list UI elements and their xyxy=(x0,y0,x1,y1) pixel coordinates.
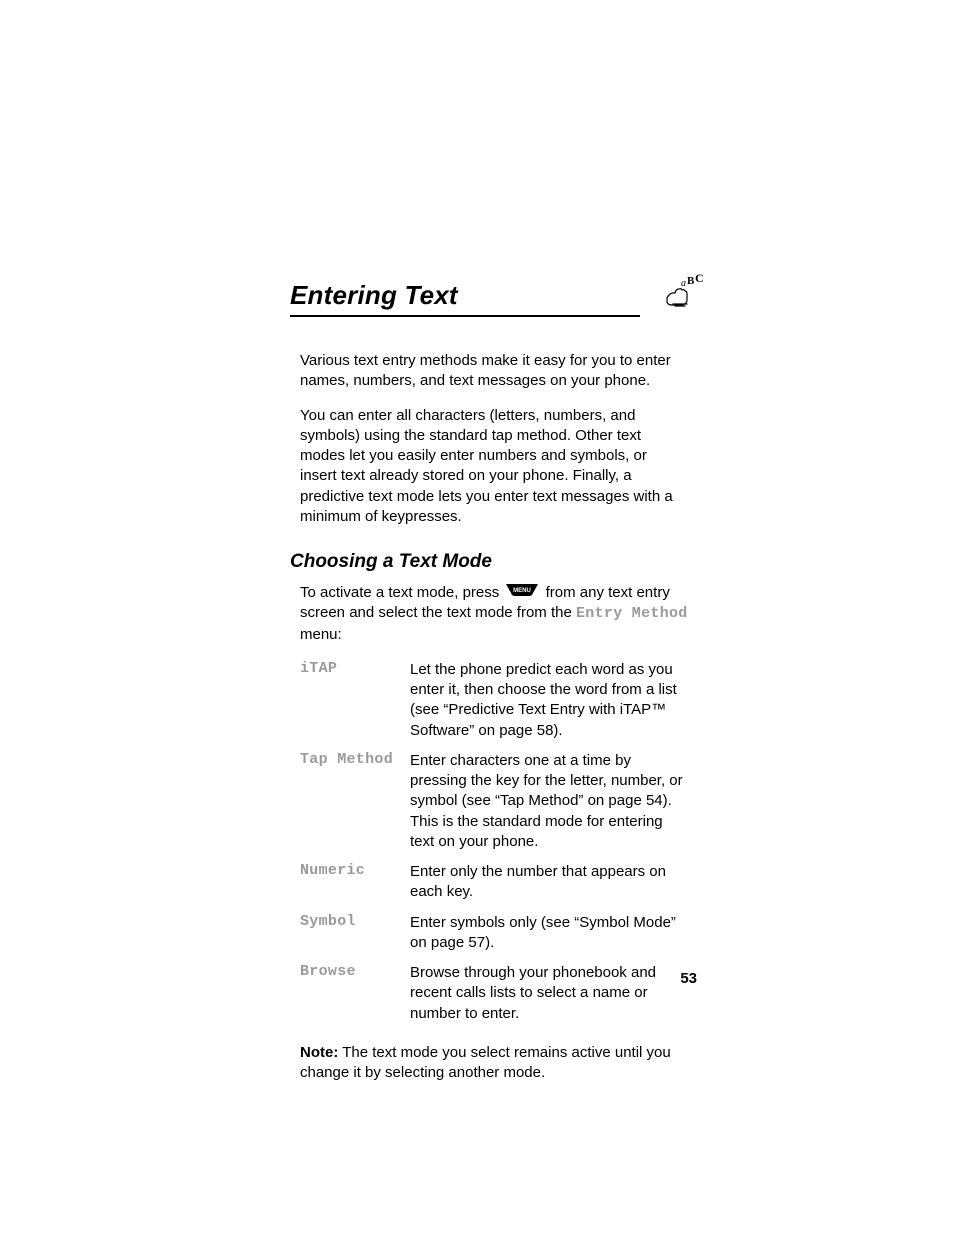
mode-term: iTAP xyxy=(300,655,410,746)
svg-text:MENU: MENU xyxy=(514,588,532,594)
section-title: Choosing a Text Mode xyxy=(290,551,705,573)
lead-part-c: menu: xyxy=(300,626,342,643)
mode-desc: Enter characters one at a time by pressi… xyxy=(410,746,690,857)
intro-paragraph-1: Various text entry methods make it easy … xyxy=(300,351,680,392)
section-lead: To activate a text mode, press MENU from… xyxy=(300,583,690,645)
note-text: The text mode you select remains active … xyxy=(300,1044,671,1081)
mode-term: Browse xyxy=(300,958,410,1029)
table-row: iTAP Let the phone predict each word as … xyxy=(300,655,690,746)
page-content: Entering Text a B C Various text entry m… xyxy=(290,280,705,1083)
page-number: 53 xyxy=(680,970,697,987)
note-label: Note: xyxy=(300,1044,338,1061)
svg-text:C: C xyxy=(695,274,704,285)
entry-method-label: Entry Method xyxy=(576,605,688,622)
table-row: Tap Method Enter characters one at a tim… xyxy=(300,746,690,857)
abc-hand-icon: a B C xyxy=(663,274,705,313)
svg-text:B: B xyxy=(687,275,695,287)
note-block: Note: The text mode you select remains a… xyxy=(300,1043,690,1084)
chapter-title: Entering Text xyxy=(290,280,458,311)
chapter-header: Entering Text xyxy=(290,280,640,317)
mode-desc: Enter symbols only (see “Symbol Mode” on… xyxy=(410,908,690,959)
mode-term: Tap Method xyxy=(300,746,410,857)
mode-desc: Browse through your phonebook and recent… xyxy=(410,958,690,1029)
table-row: Browse Browse through your phonebook and… xyxy=(300,958,690,1029)
mode-term: Numeric xyxy=(300,857,410,908)
table-row: Symbol Enter symbols only (see “Symbol M… xyxy=(300,908,690,959)
menu-key-icon: MENU xyxy=(505,583,539,603)
text-mode-table: iTAP Let the phone predict each word as … xyxy=(300,655,690,1029)
mode-term: Symbol xyxy=(300,908,410,959)
intro-paragraph-2: You can enter all characters (letters, n… xyxy=(300,406,680,528)
table-row: Numeric Enter only the number that appea… xyxy=(300,857,690,908)
intro-block: Various text entry methods make it easy … xyxy=(300,351,680,527)
svg-text:a: a xyxy=(681,278,686,289)
mode-desc: Let the phone predict each word as you e… xyxy=(410,655,690,746)
mode-desc: Enter only the number that appears on ea… xyxy=(410,857,690,908)
lead-part-a: To activate a text mode, press xyxy=(300,584,503,601)
